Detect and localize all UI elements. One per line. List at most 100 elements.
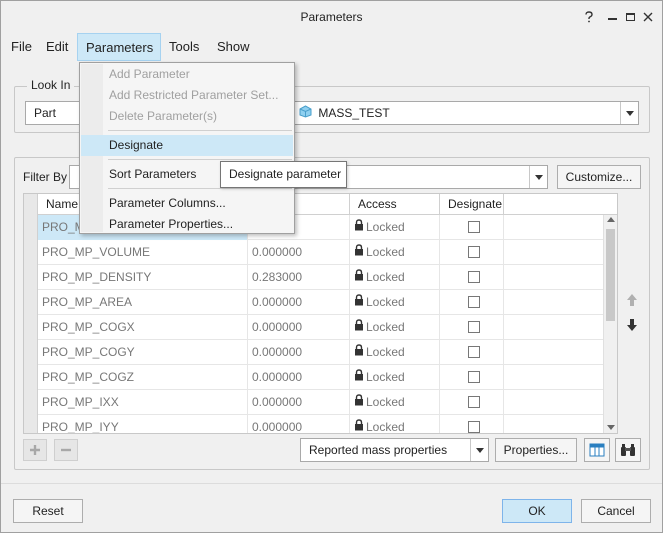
parameter-access-cell[interactable]: Locked xyxy=(350,390,440,415)
scrollbar-thumb[interactable] xyxy=(606,229,615,321)
chevron-down-icon[interactable] xyxy=(529,166,547,188)
parameter-value-cell[interactable]: 0.000000 xyxy=(248,390,350,415)
scroll-up-icon[interactable] xyxy=(607,217,615,222)
ok-button[interactable]: OK xyxy=(502,499,572,523)
table-row[interactable]: PRO_MP_IXX 0.000000 Locked xyxy=(24,390,604,415)
parameter-value-cell[interactable]: 0.000000 xyxy=(248,290,350,315)
designate-checkbox[interactable] xyxy=(468,371,480,383)
menu-edit[interactable]: Edit xyxy=(38,33,76,61)
scroll-down-icon[interactable] xyxy=(607,425,615,430)
menu-parameters[interactable]: Parameters xyxy=(77,33,161,61)
parameter-name-cell[interactable]: PRO_MP_AREA xyxy=(38,290,248,315)
parameter-access-cell[interactable]: Locked xyxy=(350,415,440,434)
designate-checkbox[interactable] xyxy=(468,321,480,333)
menu-show[interactable]: Show xyxy=(209,33,258,61)
row-header[interactable] xyxy=(24,215,38,240)
designate-checkbox[interactable] xyxy=(468,246,480,258)
parameter-value-cell[interactable]: 0.283000 xyxy=(248,265,350,290)
maximize-icon[interactable] xyxy=(620,7,640,27)
designate-cell xyxy=(440,215,504,240)
parameter-name-cell[interactable]: PRO_MP_VOLUME xyxy=(38,240,248,265)
look-in-type-select[interactable]: Part xyxy=(25,101,85,125)
parameter-access-cell[interactable]: Locked xyxy=(350,240,440,265)
lock-icon xyxy=(354,265,364,290)
parameter-access-cell[interactable]: Locked xyxy=(350,365,440,390)
move-down-icon[interactable] xyxy=(620,314,644,336)
parameter-name-cell[interactable]: PRO_MP_COGZ xyxy=(38,365,248,390)
parameter-access-cell[interactable]: Locked xyxy=(350,290,440,315)
reset-button[interactable]: Reset xyxy=(13,499,83,523)
row-header[interactable] xyxy=(24,365,38,390)
parameter-value-cell[interactable]: 0.000000 xyxy=(248,365,350,390)
menu-parameter-properties[interactable]: Parameter Properties... xyxy=(81,214,293,235)
row-header[interactable] xyxy=(24,265,38,290)
access-text: Locked xyxy=(366,420,405,434)
properties-button[interactable]: Properties... xyxy=(495,438,577,462)
parameter-access-cell[interactable]: Locked xyxy=(350,215,440,240)
minimize-icon[interactable] xyxy=(602,7,622,27)
menu-designate[interactable]: Designate xyxy=(81,135,293,156)
menu-bar: File Edit Parameters Tools Show xyxy=(1,33,662,61)
table-row[interactable]: PRO_MP_COGX 0.000000 Locked xyxy=(24,315,604,340)
column-designate-header[interactable]: Designate xyxy=(440,194,504,215)
add-icon[interactable] xyxy=(23,439,47,461)
row-header[interactable] xyxy=(24,240,38,265)
move-up-icon[interactable] xyxy=(620,289,644,311)
parameter-access-cell[interactable]: Locked xyxy=(350,265,440,290)
row-header[interactable] xyxy=(24,290,38,315)
table-row[interactable]: PRO_MP_COGY 0.000000 Locked xyxy=(24,340,604,365)
row-header[interactable] xyxy=(24,390,38,415)
lock-icon xyxy=(354,240,364,265)
row-header[interactable] xyxy=(24,415,38,433)
menu-delete-parameters[interactable]: Delete Parameter(s) xyxy=(81,106,293,127)
menu-add-parameter[interactable]: Add Parameter xyxy=(81,64,293,85)
parameter-value-cell[interactable]: 0.000000 xyxy=(248,340,350,365)
menu-parameter-columns[interactable]: Parameter Columns... xyxy=(81,193,293,214)
remove-icon[interactable] xyxy=(54,439,78,461)
look-in-object-select[interactable]: MASS_TEST xyxy=(294,101,639,125)
column-access-header[interactable]: Access xyxy=(350,194,440,215)
parameter-name-cell[interactable]: PRO_MP_IXX xyxy=(38,390,248,415)
title-bar: Parameters xyxy=(1,1,662,33)
access-text: Locked xyxy=(366,220,405,234)
parameter-value-cell[interactable]: 0.000000 xyxy=(248,315,350,340)
customize-button[interactable]: Customize... xyxy=(557,165,641,189)
designate-checkbox[interactable] xyxy=(468,271,480,283)
binoculars-icon[interactable] xyxy=(615,438,641,462)
menu-add-restricted-parameter-set[interactable]: Add Restricted Parameter Set... xyxy=(81,85,293,106)
designate-checkbox[interactable] xyxy=(468,221,480,233)
table-columns-icon[interactable] xyxy=(584,438,610,462)
reported-properties-select[interactable]: Reported mass properties xyxy=(300,438,489,462)
designate-cell xyxy=(440,240,504,265)
designate-cell xyxy=(440,390,504,415)
parameter-value-cell[interactable]: 0.000000 xyxy=(248,240,350,265)
help-icon[interactable] xyxy=(579,7,599,27)
parameter-name-cell[interactable]: PRO_MP_COGY xyxy=(38,340,248,365)
table-row[interactable]: PRO_MP_DENSITY 0.283000 Locked xyxy=(24,265,604,290)
table-row[interactable]: PRO_MP_VOLUME 0.000000 Locked xyxy=(24,240,604,265)
parameter-name-cell[interactable]: PRO_MP_DENSITY xyxy=(38,265,248,290)
table-vertical-scrollbar[interactable] xyxy=(603,215,617,433)
designate-checkbox[interactable] xyxy=(468,296,480,308)
table-row[interactable]: PRO_MP_AREA 0.000000 Locked xyxy=(24,290,604,315)
designate-checkbox[interactable] xyxy=(468,396,480,408)
row-header[interactable] xyxy=(24,315,38,340)
parameter-access-cell[interactable]: Locked xyxy=(350,340,440,365)
reported-properties-value: Reported mass properties xyxy=(309,443,448,457)
parameter-value-cell[interactable]: 0.000000 xyxy=(248,415,350,433)
chevron-down-icon[interactable] xyxy=(470,439,488,461)
menu-tools[interactable]: Tools xyxy=(161,33,207,61)
menu-file[interactable]: File xyxy=(3,33,40,61)
designate-checkbox[interactable] xyxy=(468,346,480,358)
designate-checkbox[interactable] xyxy=(468,421,480,433)
parameter-name-cell[interactable]: PRO_MP_COGX xyxy=(38,315,248,340)
table-row[interactable]: PRO_MP_COGZ 0.000000 Locked xyxy=(24,365,604,390)
parameter-name-cell[interactable]: PRO_MP_IYY xyxy=(38,415,248,433)
cancel-button[interactable]: Cancel xyxy=(581,499,651,523)
row-header[interactable] xyxy=(24,340,38,365)
close-icon[interactable] xyxy=(638,7,658,27)
chevron-down-icon[interactable] xyxy=(620,102,638,124)
parameter-access-cell[interactable]: Locked xyxy=(350,315,440,340)
table-row[interactable]: PRO_MP_IYY 0.000000 Locked xyxy=(24,415,604,434)
part-icon xyxy=(299,103,312,125)
